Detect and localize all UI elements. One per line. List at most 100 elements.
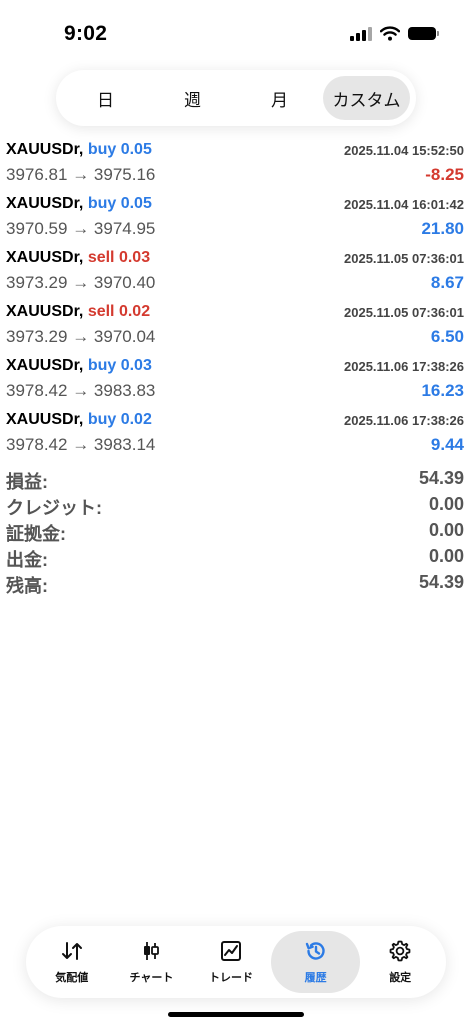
trade-prices: 3973.29 → 3970.40	[6, 273, 155, 293]
trade-profit: 8.67	[430, 273, 464, 292]
close-price: 3983.14	[93, 435, 156, 454]
trade-side-volume: buy 0.05	[87, 195, 152, 212]
period-tab-month[interactable]: 月	[236, 76, 323, 120]
open-price: 3970.59	[6, 219, 68, 238]
summary-value: 0.00	[428, 520, 464, 540]
summary-row-deposit: 証拠金: 0.00	[0, 520, 472, 546]
trade-symbol-name: XAUUSDr,	[6, 357, 84, 374]
trade-time: 2025.11.06 17:38:26	[344, 359, 464, 374]
quotes-icon	[61, 942, 82, 960]
trade-time: 2025.11.06 17:38:26	[344, 413, 464, 428]
trade-symbol: XAUUSDr, buy 0.05	[6, 141, 152, 159]
trade-time: 2025.11.05 07:36:01	[344, 251, 464, 266]
history-screen: 9:02 日 週 月 カスタム XAUUSDr, buy 0.05 2025.1…	[0, 0, 472, 1024]
trade-row[interactable]: XAUUSDr, buy 0.03 2025.11.06 17:38:26 39…	[0, 354, 472, 408]
home-indicator	[168, 1012, 304, 1017]
summary-label: 残高:	[6, 576, 48, 596]
trade-row[interactable]: XAUUSDr, buy 0.02 2025.11.06 17:38:26 39…	[0, 408, 472, 462]
trade-profit: 21.80	[421, 219, 464, 238]
wifi-icon	[380, 26, 400, 41]
trade-symbol: XAUUSDr, sell 0.03	[6, 249, 150, 267]
price-arrow: →	[72, 219, 90, 238]
trade-prices: 3978.42 → 3983.14	[6, 435, 155, 455]
trade-symbol-name: XAUUSDr,	[6, 411, 84, 428]
trade-prices: 3973.29 → 3970.04	[6, 327, 155, 347]
trade-row[interactable]: XAUUSDr, sell 0.02 2025.11.05 07:36:01 3…	[0, 300, 472, 354]
trade-symbol-name: XAUUSDr,	[6, 303, 84, 320]
status-icons	[350, 26, 439, 41]
open-price: 3973.29	[6, 273, 68, 292]
bottom-tab-bar: 気配値 チャート トレード 履歴 設定	[26, 926, 446, 998]
trade-time: 2025.11.05 07:36:01	[344, 305, 464, 320]
trade-symbol: XAUUSDr, sell 0.02	[6, 303, 150, 321]
price-arrow: →	[72, 273, 90, 292]
account-summary: 損益: 54.39 クレジット: 0.00 証拠金: 0.00 出金: 0.00…	[0, 468, 472, 598]
summary-label: クレジット:	[6, 498, 102, 518]
open-price: 3976.81	[6, 165, 68, 184]
trade-symbol-name: XAUUSDr,	[6, 195, 84, 212]
summary-value: 0.00	[428, 494, 464, 514]
period-tab-week[interactable]: 週	[149, 76, 236, 120]
tab-label: 履歴	[304, 972, 327, 984]
trade-side-volume: sell 0.02	[87, 303, 151, 320]
tab-chart[interactable]: チャート	[112, 931, 192, 993]
tab-quotes[interactable]: 気配値	[32, 931, 112, 993]
summary-row-credit: クレジット: 0.00	[0, 494, 472, 520]
trade-symbol: XAUUSDr, buy 0.02	[6, 411, 152, 429]
close-price: 3970.04	[93, 327, 156, 346]
trade-symbol-name: XAUUSDr,	[6, 249, 84, 266]
period-segmented-control: 日 週 月 カスタム	[56, 70, 416, 126]
trade-side-volume: buy 0.02	[87, 411, 152, 428]
trade-profit: 9.44	[430, 435, 464, 454]
tab-settings[interactable]: 設定	[360, 931, 440, 993]
trade-time: 2025.11.04 16:01:42	[344, 197, 464, 212]
summary-label: 証拠金:	[6, 524, 66, 544]
status-bar: 9:02	[0, 0, 472, 70]
trade-symbol: XAUUSDr, buy 0.05	[6, 195, 152, 213]
summary-row-balance: 残高: 54.39	[0, 572, 472, 598]
trade-history-list: XAUUSDr, buy 0.05 2025.11.04 15:52:50 39…	[0, 138, 472, 462]
trade-profit: 16.23	[421, 381, 464, 400]
trade-prices: 3970.59 → 3974.95	[6, 219, 155, 239]
tab-history[interactable]: 履歴	[270, 931, 361, 993]
history-icon	[305, 942, 325, 960]
trade-profit: 6.50	[430, 327, 464, 346]
trade-side-volume: buy 0.05	[87, 141, 152, 158]
price-arrow: →	[72, 165, 90, 184]
summary-value: 54.39	[418, 572, 464, 592]
period-tab-custom[interactable]: カスタム	[323, 76, 410, 120]
trade-side-volume: buy 0.03	[87, 357, 152, 374]
period-tab-day[interactable]: 日	[62, 76, 149, 120]
trade-row[interactable]: XAUUSDr, buy 0.05 2025.11.04 16:01:42 39…	[0, 192, 472, 246]
open-price: 3978.42	[6, 435, 68, 454]
status-time: 9:02	[64, 22, 108, 45]
gear-icon	[389, 940, 411, 962]
tab-label: トレード	[209, 972, 254, 984]
trade-chart-icon	[221, 941, 242, 961]
tab-trade[interactable]: トレード	[191, 931, 271, 993]
trade-prices: 3976.81 → 3975.16	[6, 165, 155, 185]
close-price: 3975.16	[93, 165, 156, 184]
tab-label: 設定	[389, 972, 412, 984]
price-arrow: →	[72, 381, 90, 400]
trade-row[interactable]: XAUUSDr, sell 0.03 2025.11.05 07:36:01 3…	[0, 246, 472, 300]
trade-time: 2025.11.04 15:52:50	[344, 143, 464, 158]
open-price: 3978.42	[6, 381, 68, 400]
price-arrow: →	[72, 327, 90, 346]
summary-label: 出金:	[6, 550, 48, 570]
summary-value: 0.00	[428, 546, 464, 566]
trade-row[interactable]: XAUUSDr, buy 0.05 2025.11.04 15:52:50 39…	[0, 138, 472, 192]
candlestick-chart-icon	[144, 942, 160, 960]
tab-label: 気配値	[55, 972, 89, 984]
trade-profit: -8.25	[425, 165, 464, 184]
trade-symbol: XAUUSDr, buy 0.03	[6, 357, 152, 375]
summary-row-withdrawal: 出金: 0.00	[0, 546, 472, 572]
tab-label: チャート	[129, 972, 174, 984]
summary-label: 損益:	[6, 472, 48, 492]
price-arrow: →	[72, 435, 90, 454]
close-price: 3970.40	[93, 273, 156, 292]
trade-symbol-name: XAUUSDr,	[6, 141, 84, 158]
close-price: 3983.83	[93, 381, 156, 400]
summary-value: 54.39	[418, 468, 464, 488]
cellular-signal-icon	[350, 26, 372, 41]
